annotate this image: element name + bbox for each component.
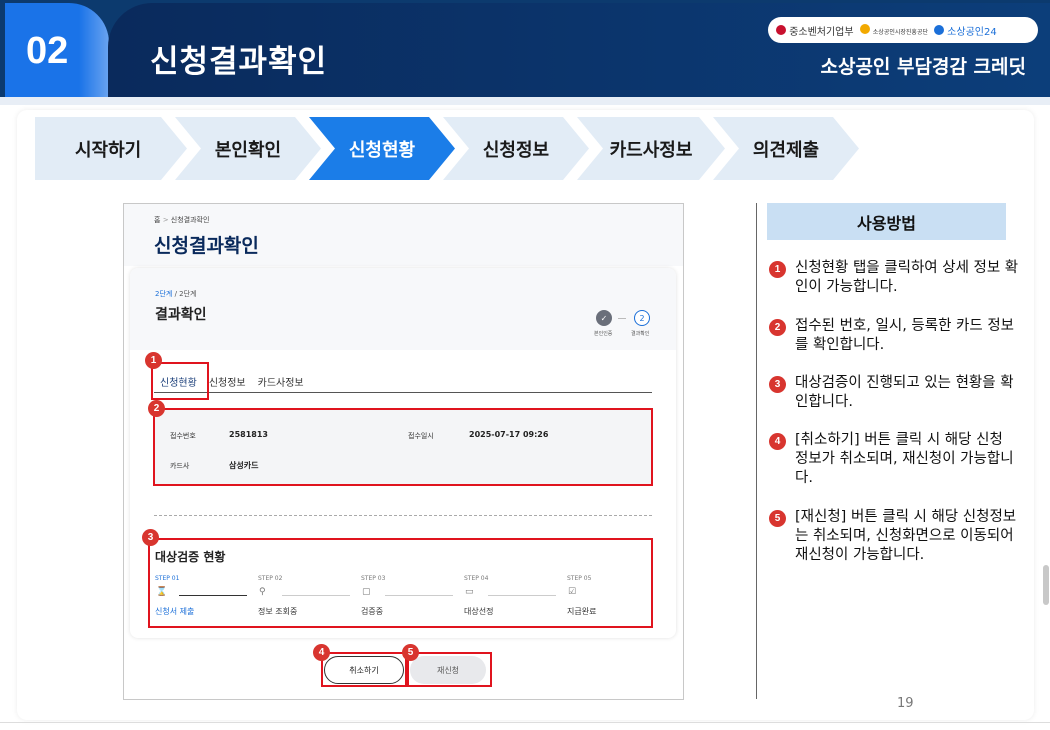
- badge-4: 4: [313, 644, 330, 661]
- step-identity[interactable]: 본인확인: [175, 117, 321, 180]
- usage-text-4: [취소하기] 버튼 클릭 시 해당 신청 정보가 취소되며, 재신청이 가능합니…: [795, 432, 1014, 486]
- dashed-divider: [154, 515, 652, 516]
- screen-title: 신청결과확인: [154, 235, 259, 257]
- step-start[interactable]: 시작하기: [35, 117, 187, 180]
- page-number: 19: [897, 696, 914, 711]
- stage-indicator: 2단계 / 2단계: [155, 290, 197, 298]
- usage-item-3: 3 대상검증이 진행되고 있는 현황을 확인합니다.: [769, 374, 1019, 412]
- logo-sbiz24: 소상공인24: [933, 23, 997, 38]
- badge-1: 1: [145, 352, 162, 369]
- usage-badge-3: 3: [769, 376, 786, 393]
- tab-apply-info[interactable]: 신청정보: [209, 374, 246, 389]
- scrollbar[interactable]: [1043, 565, 1049, 605]
- highlight-box-4: [321, 652, 407, 687]
- process-steps: 시작하기 본인확인 신청현황 신청정보 카드사정보 의견제출: [35, 117, 847, 180]
- progress-current: 2: [634, 310, 650, 326]
- stage-title: 결과확인: [155, 307, 207, 323]
- usage-badge-5: 5: [769, 510, 786, 527]
- breadcrumb-home[interactable]: 홈: [154, 216, 160, 224]
- tab-card-info[interactable]: 카드사정보: [258, 374, 304, 389]
- bottom-border: [0, 722, 1050, 723]
- usage-badge-2: 2: [769, 319, 786, 336]
- progress-label-verify: 본인인증: [594, 331, 613, 337]
- step-card-info[interactable]: 카드사정보: [577, 117, 725, 180]
- usage-text-3: 대상검증이 진행되고 있는 현황을 확인합니다.: [795, 375, 1014, 410]
- progress-check-icon: ✓: [596, 310, 612, 326]
- usage-item-4: 4 [취소하기] 버튼 클릭 시 해당 신청 정보가 취소되며, 재신청이 가능…: [769, 431, 1019, 488]
- highlight-box-1: [151, 362, 209, 400]
- badge-3: 3: [142, 529, 159, 546]
- step-apply-info[interactable]: 신청정보: [443, 117, 589, 180]
- highlight-box-3: [148, 538, 653, 628]
- partner-logos: 중소벤처기업부 소상공인시장진흥공단 소상공인24: [768, 17, 1038, 43]
- badge-2: 2: [148, 400, 165, 417]
- badge-5: 5: [402, 644, 419, 661]
- usage-text-2: 접수된 번호, 일시, 등록한 카드 정보를 확인합니다.: [795, 318, 1015, 353]
- card-header: [130, 268, 676, 350]
- usage-badge-1: 1: [769, 261, 786, 278]
- section-number: 02: [26, 30, 69, 72]
- logo-semas: 소상공인시장진흥공단: [859, 23, 928, 37]
- usage-item-5: 5 [재신청] 버튼 클릭 시 해당 신청정보는 취소되며, 신청화면으로 이동…: [769, 508, 1019, 565]
- header-subtitle: 소상공인 부담경감 크레딧: [820, 56, 1026, 78]
- tab-underline: [154, 392, 652, 393]
- vertical-divider: [756, 203, 757, 699]
- usage-text-5: [재신청] 버튼 클릭 시 해당 신청정보는 취소되며, 신청화면으로 이동되어…: [795, 509, 1017, 563]
- step-opinion[interactable]: 의견제출: [713, 117, 859, 180]
- usage-badge-4: 4: [769, 433, 786, 450]
- progress-connector: [618, 318, 626, 319]
- breadcrumb-current: 신청결과확인: [170, 216, 210, 224]
- step-status[interactable]: 신청현황: [309, 117, 455, 180]
- usage-text-1: 신청현황 탭을 클릭하여 상세 정보 확인이 가능합니다.: [795, 260, 1019, 295]
- breadcrumb: 홈 > 신청결과확인: [154, 215, 209, 225]
- usage-item-1: 1 신청현황 탭을 클릭하여 상세 정보 확인이 가능합니다.: [769, 259, 1019, 297]
- highlight-box-5: [407, 652, 492, 687]
- progress-label-result: 결과확인: [631, 331, 650, 337]
- breadcrumb-separator: >: [162, 216, 169, 224]
- highlight-box-2: [153, 408, 653, 486]
- header-divider: [0, 97, 1050, 105]
- logo-mss: 중소벤처기업부: [776, 23, 854, 38]
- usage-item-2: 2 접수된 번호, 일시, 등록한 카드 정보를 확인합니다.: [769, 317, 1019, 355]
- usage-title: 사용방법: [767, 203, 1006, 240]
- page-heading: 신청결과확인: [150, 44, 328, 80]
